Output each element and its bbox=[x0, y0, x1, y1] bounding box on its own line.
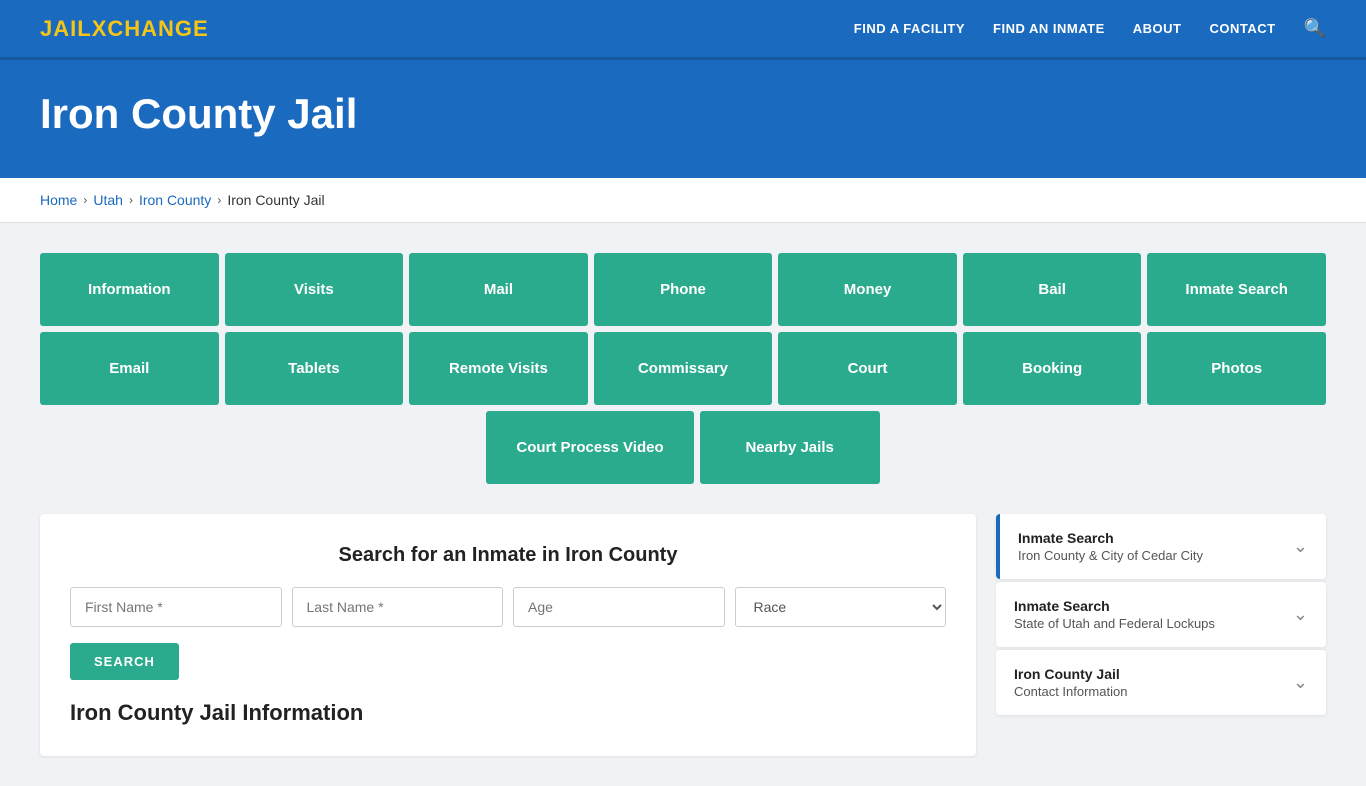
btn-mail[interactable]: Mail bbox=[409, 253, 588, 326]
chevron-down-icon-0: ⌄ bbox=[1293, 536, 1308, 557]
sidebar-card-header-2[interactable]: Iron County Jail Contact Information ⌄ bbox=[996, 650, 1326, 715]
chevron-down-icon-2: ⌄ bbox=[1293, 672, 1308, 693]
sidebar-card-0: Inmate Search Iron County & City of Ceda… bbox=[996, 514, 1326, 579]
btn-money[interactable]: Money bbox=[778, 253, 957, 326]
sidebar: Inmate Search Iron County & City of Ceda… bbox=[996, 514, 1326, 717]
btn-visits[interactable]: Visits bbox=[225, 253, 404, 326]
btn-photos[interactable]: Photos bbox=[1147, 332, 1326, 405]
button-grid-row3: Court Process Video Nearby Jails bbox=[40, 411, 1326, 484]
btn-information[interactable]: Information bbox=[40, 253, 219, 326]
first-name-input[interactable] bbox=[70, 587, 282, 627]
race-select[interactable]: Race White Black Hispanic Asian Native A… bbox=[735, 587, 947, 627]
content-area: Search for an Inmate in Iron County Race… bbox=[40, 514, 1326, 756]
search-fields: Race White Black Hispanic Asian Native A… bbox=[70, 587, 946, 627]
sidebar-card-subtitle-0: Iron County & City of Cedar City bbox=[1018, 548, 1203, 563]
search-button[interactable]: SEARCH bbox=[70, 643, 179, 680]
search-icon[interactable]: 🔍 bbox=[1304, 18, 1326, 39]
header: JAILXCHANGE FIND A FACILITY FIND AN INMA… bbox=[0, 0, 1366, 60]
last-name-input[interactable] bbox=[292, 587, 504, 627]
btn-bail[interactable]: Bail bbox=[963, 253, 1142, 326]
sidebar-card-text-2: Iron County Jail Contact Information bbox=[1014, 666, 1127, 699]
sidebar-card-text-1: Inmate Search State of Utah and Federal … bbox=[1014, 598, 1215, 631]
btn-inmate-search[interactable]: Inmate Search bbox=[1147, 253, 1326, 326]
logo[interactable]: JAILXCHANGE bbox=[40, 16, 209, 42]
sidebar-card-header-0[interactable]: Inmate Search Iron County & City of Ceda… bbox=[1000, 514, 1326, 579]
nav-find-facility[interactable]: FIND A FACILITY bbox=[854, 21, 965, 36]
breadcrumb-sep-3: › bbox=[217, 193, 221, 207]
btn-court-process-video[interactable]: Court Process Video bbox=[486, 411, 693, 484]
breadcrumb-current: Iron County Jail bbox=[227, 192, 324, 208]
btn-commissary[interactable]: Commissary bbox=[594, 332, 773, 405]
btn-email[interactable]: Email bbox=[40, 332, 219, 405]
main-content: Information Visits Mail Phone Money Bail… bbox=[0, 223, 1366, 786]
breadcrumb-sep-1: › bbox=[83, 193, 87, 207]
sidebar-card-2: Iron County Jail Contact Information ⌄ bbox=[996, 650, 1326, 715]
page-title: Iron County Jail bbox=[40, 90, 1326, 138]
sidebar-card-1: Inmate Search State of Utah and Federal … bbox=[996, 582, 1326, 647]
button-grid-row1: Information Visits Mail Phone Money Bail… bbox=[40, 253, 1326, 326]
logo-x: X bbox=[92, 16, 108, 41]
breadcrumb-iron-county[interactable]: Iron County bbox=[139, 192, 211, 208]
sidebar-card-title-2: Iron County Jail bbox=[1014, 666, 1127, 682]
breadcrumb-home[interactable]: Home bbox=[40, 192, 77, 208]
btn-nearby-jails[interactable]: Nearby Jails bbox=[700, 411, 880, 484]
age-input[interactable] bbox=[513, 587, 725, 627]
btn-phone[interactable]: Phone bbox=[594, 253, 773, 326]
logo-jail: JAIL bbox=[40, 16, 92, 41]
button-grid-row2: Email Tablets Remote Visits Commissary C… bbox=[40, 332, 1326, 405]
sidebar-card-text-0: Inmate Search Iron County & City of Ceda… bbox=[1018, 530, 1203, 563]
breadcrumb-bar: Home › Utah › Iron County › Iron County … bbox=[0, 178, 1366, 223]
nav: FIND A FACILITY FIND AN INMATE ABOUT CON… bbox=[854, 18, 1326, 39]
search-box: Search for an Inmate in Iron County Race… bbox=[40, 514, 976, 756]
breadcrumb-utah[interactable]: Utah bbox=[93, 192, 123, 208]
sidebar-card-subtitle-1: State of Utah and Federal Lockups bbox=[1014, 616, 1215, 631]
chevron-down-icon-1: ⌄ bbox=[1293, 604, 1308, 625]
nav-contact[interactable]: CONTACT bbox=[1209, 21, 1275, 36]
btn-booking[interactable]: Booking bbox=[963, 332, 1142, 405]
info-section: Iron County Jail Information bbox=[70, 700, 946, 726]
sidebar-card-title-1: Inmate Search bbox=[1014, 598, 1215, 614]
btn-tablets[interactable]: Tablets bbox=[225, 332, 404, 405]
info-section-title: Iron County Jail Information bbox=[70, 700, 946, 726]
logo-exchange: CHANGE bbox=[107, 16, 208, 41]
sidebar-card-subtitle-2: Contact Information bbox=[1014, 684, 1127, 699]
hero-section: Iron County Jail bbox=[0, 60, 1366, 178]
sidebar-card-header-1[interactable]: Inmate Search State of Utah and Federal … bbox=[996, 582, 1326, 647]
btn-court[interactable]: Court bbox=[778, 332, 957, 405]
search-title: Search for an Inmate in Iron County bbox=[70, 544, 946, 567]
sidebar-card-title-0: Inmate Search bbox=[1018, 530, 1203, 546]
nav-find-inmate[interactable]: FIND AN INMATE bbox=[993, 21, 1105, 36]
nav-about[interactable]: ABOUT bbox=[1133, 21, 1182, 36]
breadcrumb-sep-2: › bbox=[129, 193, 133, 207]
btn-remote-visits[interactable]: Remote Visits bbox=[409, 332, 588, 405]
breadcrumb: Home › Utah › Iron County › Iron County … bbox=[40, 192, 1326, 208]
